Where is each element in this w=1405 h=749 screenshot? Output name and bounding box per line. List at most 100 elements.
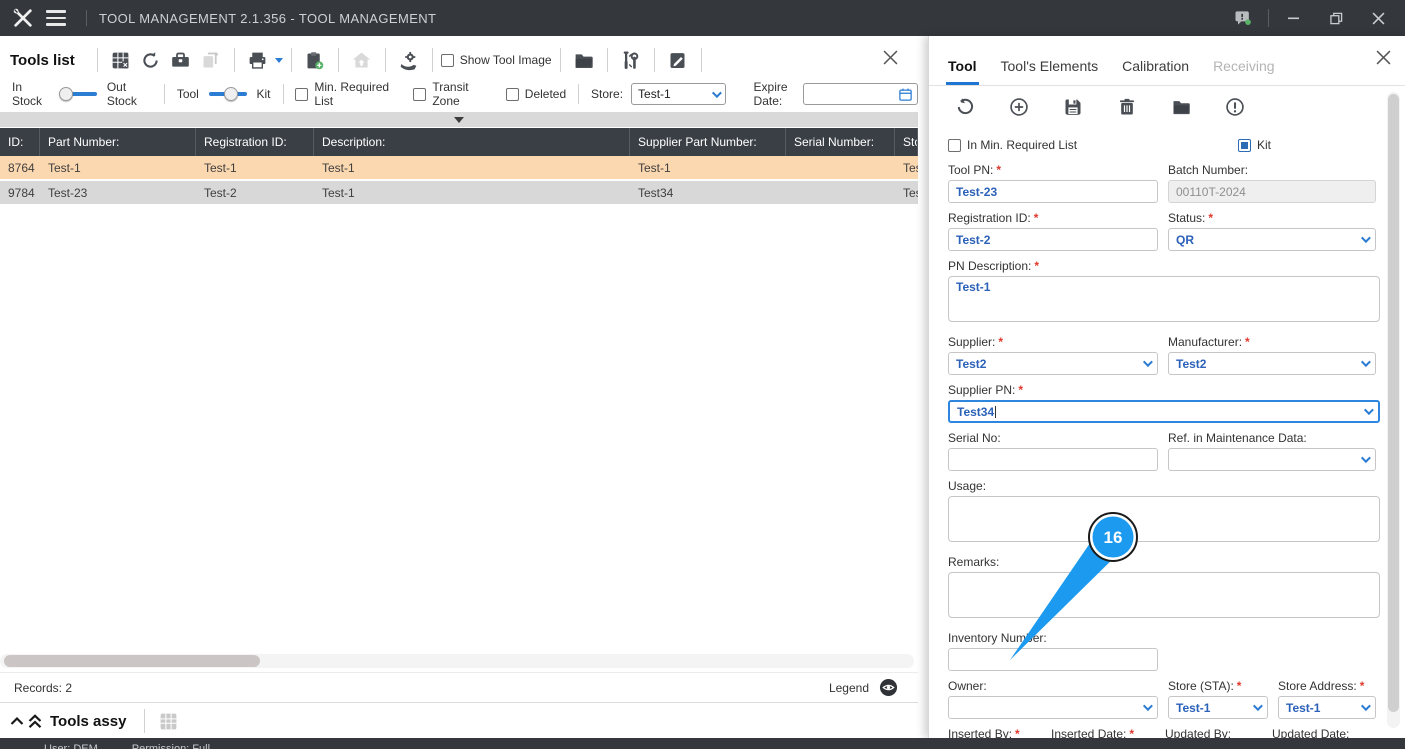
chevron-down-icon: [1360, 357, 1371, 368]
supplier-select[interactable]: Test2: [948, 352, 1158, 375]
scrollbar-thumb[interactable]: [4, 655, 260, 667]
legend-eye-icon[interactable]: [879, 678, 898, 697]
tools-swap-icon[interactable]: [616, 47, 646, 73]
status-permission: Permission: Full: [131, 743, 211, 749]
menu-icon[interactable]: [46, 5, 72, 31]
owner-select[interactable]: [948, 696, 1158, 719]
save-icon[interactable]: [1058, 94, 1088, 120]
feedback-icon[interactable]: [1226, 4, 1260, 32]
edit-clipboard-icon[interactable]: [663, 47, 693, 73]
tool-pn-label: Tool PN: *: [948, 163, 1002, 177]
store-address-label: Store Address: *: [1278, 679, 1365, 693]
supplier-pn-label: Supplier PN: *: [948, 383, 1024, 397]
store-sta-select[interactable]: Test-1: [1168, 696, 1268, 719]
divider: [86, 10, 87, 26]
min-required-list-checkbox[interactable]: Min. Required List: [295, 80, 394, 108]
clipboard-export-icon[interactable]: [300, 47, 330, 73]
tool-kit-toggle[interactable]: [208, 86, 247, 102]
grid-view-icon[interactable]: [153, 708, 183, 734]
detail-tabs: Tool Tool's Elements Calibration Receivi…: [929, 36, 1405, 86]
table-row[interactable]: 9784 Test-23 Test-2 Test-1 Test34 Test-1: [0, 181, 918, 206]
folder-icon[interactable]: [569, 47, 599, 73]
close-icon[interactable]: [1361, 4, 1395, 32]
close-icon[interactable]: [1376, 50, 1391, 70]
calendar-icon[interactable]: [898, 87, 913, 102]
chevron-down-icon: [1360, 701, 1371, 712]
undo-icon[interactable]: [950, 94, 980, 120]
transit-zone-checkbox[interactable]: Transit Zone: [413, 80, 487, 108]
store-select[interactable]: Test-1: [631, 83, 726, 105]
store-address-select[interactable]: Test-1: [1278, 696, 1376, 719]
inventory-number-input[interactable]: [948, 648, 1158, 671]
tool-form: In Min. Required List Kit Tool PN:* Batc…: [929, 128, 1405, 749]
chevron-down-icon: [1360, 233, 1371, 244]
minimize-icon[interactable]: [1277, 4, 1311, 32]
status-select[interactable]: QR: [1168, 228, 1376, 251]
add-icon[interactable]: [1004, 94, 1034, 120]
manufacturer-label: Manufacturer: *: [1168, 335, 1250, 349]
col-serial-number[interactable]: Serial Number:: [786, 128, 895, 156]
registration-id-input[interactable]: [948, 228, 1158, 251]
checkbox-box[interactable]: [440, 53, 454, 67]
tab-tool[interactable]: Tool: [946, 58, 979, 85]
hand-gear-icon[interactable]: [394, 47, 424, 73]
scrollbar-thumb[interactable]: [1388, 94, 1399, 712]
table-row[interactable]: 8764 Test-1 Test-1 Test-1 Test-1 Test-1: [0, 156, 918, 181]
ref-maintenance-label: Ref. in Maintenance Data:: [1168, 431, 1307, 445]
records-count: Records: 2: [14, 680, 73, 695]
remarks-label: Remarks:: [948, 555, 1000, 569]
col-description[interactable]: Description:: [314, 128, 630, 156]
col-supplier-part-number[interactable]: Supplier Part Number:: [630, 128, 786, 156]
tools-app-icon: [0, 7, 46, 29]
col-store[interactable]: Store:: [895, 128, 918, 156]
tools-list-toolbar: Tools list Show Tool Image: [0, 42, 918, 78]
delete-icon[interactable]: [1112, 94, 1142, 120]
info-icon[interactable]: [1220, 94, 1250, 120]
supplier-pn-select[interactable]: Test34: [948, 400, 1380, 423]
chevron-up-icon[interactable]: [8, 712, 26, 730]
print-icon[interactable]: [243, 47, 273, 73]
kit-checkbox[interactable]: Kit: [1238, 138, 1271, 152]
ref-maintenance-select[interactable]: [1168, 448, 1376, 471]
serial-no-label: Serial No:: [948, 431, 1001, 445]
chevron-down-icon: [1142, 701, 1153, 712]
copy-icon[interactable]: [196, 47, 226, 73]
status-label: Status: *: [1168, 211, 1214, 225]
usage-textarea[interactable]: [948, 496, 1380, 542]
remarks-textarea[interactable]: [948, 572, 1380, 618]
refresh-icon[interactable]: [136, 47, 166, 73]
show-tool-image-checkbox[interactable]: Show Tool Image: [440, 53, 552, 67]
tool-pn-input[interactable]: [948, 180, 1158, 203]
stock-toggle[interactable]: [59, 86, 97, 102]
tool-label: Tool: [176, 87, 199, 101]
table-header: ID: Part Number: Registration ID: Descri…: [0, 128, 918, 156]
col-part-number[interactable]: Part Number:: [40, 128, 196, 156]
tab-receiving[interactable]: Receiving: [1213, 58, 1274, 85]
folder-icon[interactable]: [1166, 94, 1196, 120]
col-registration-id[interactable]: Registration ID:: [196, 128, 314, 156]
pn-description-textarea[interactable]: Test-1: [948, 276, 1380, 322]
home-icon[interactable]: [347, 47, 377, 73]
double-chevron-up-icon[interactable]: [26, 712, 44, 730]
serial-no-input[interactable]: [948, 448, 1158, 471]
vertical-scrollbar[interactable]: [1387, 92, 1400, 728]
toolbox-icon[interactable]: [166, 47, 196, 73]
tab-tools-elements[interactable]: Tool's Elements: [1001, 58, 1099, 85]
tools-assy-title: Tools assy: [50, 712, 127, 730]
grid-splitter-handle[interactable]: [0, 112, 918, 127]
close-icon[interactable]: [883, 50, 898, 70]
deleted-checkbox[interactable]: Deleted: [505, 87, 566, 101]
restore-icon[interactable]: [1319, 4, 1353, 32]
col-id[interactable]: ID:: [0, 128, 40, 156]
tab-calibration[interactable]: Calibration: [1122, 58, 1189, 85]
store-sta-label: Store (STA): *: [1168, 679, 1242, 693]
text-cursor: [995, 406, 997, 419]
print-options-caret[interactable]: [274, 57, 283, 63]
tools-table: ID: Part Number: Registration ID: Descri…: [0, 128, 918, 614]
manufacturer-select[interactable]: Test2: [1168, 352, 1376, 375]
expire-date-field[interactable]: [803, 83, 919, 105]
in-min-required-list-checkbox[interactable]: In Min. Required List: [948, 138, 1158, 152]
grid-view-icon[interactable]: [106, 47, 136, 73]
expire-date-input[interactable]: [808, 87, 899, 101]
horizontal-scrollbar[interactable]: [0, 654, 914, 668]
